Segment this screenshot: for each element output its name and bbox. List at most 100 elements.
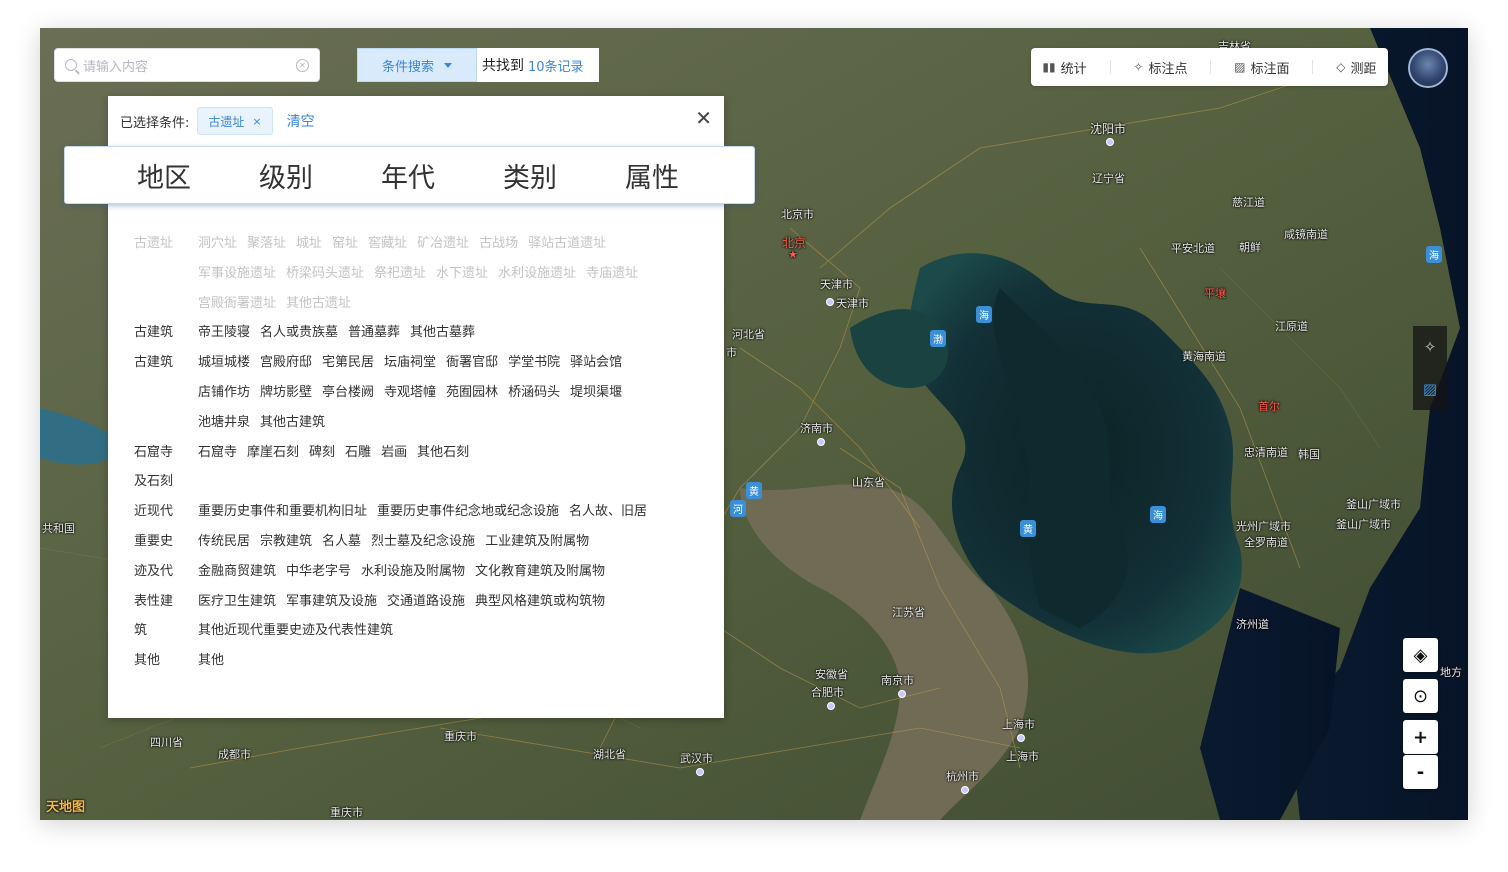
map-tag-hai2: 海 — [1150, 506, 1166, 523]
option-item[interactable]: 驿站古道遗址 — [528, 236, 606, 251]
tab-region[interactable]: 地区 — [103, 156, 225, 195]
option-item[interactable]: 其他古建筑 — [260, 415, 325, 430]
tab-attribute[interactable]: 属性 — [591, 156, 713, 195]
pin-icon[interactable]: ✧ — [1413, 326, 1447, 368]
option-item[interactable]: 水利设施及附属物 — [361, 564, 465, 579]
option-item[interactable]: 名人故、旧居 — [569, 504, 647, 519]
category-label: 表性建 — [134, 593, 174, 609]
option-item[interactable]: 水下遗址 — [436, 266, 488, 281]
measure-button[interactable]: ◇ 测距 — [1336, 58, 1376, 77]
map-label-shanghai-a: 上海市 — [1002, 718, 1035, 731]
option-item[interactable]: 池塘井泉 — [198, 415, 250, 430]
map-label-sichuan: 四川省 — [150, 736, 183, 749]
tab-level[interactable]: 级别 — [225, 156, 347, 195]
option-item[interactable]: 军事建筑及设施 — [286, 594, 377, 609]
option-item[interactable]: 重要历史事件和重要机构旧址 — [198, 504, 367, 519]
option-item[interactable]: 衙署官邸 — [446, 355, 498, 370]
map-label-wuhan: 武汉市 — [680, 752, 713, 765]
option-item[interactable]: 岩画 — [381, 445, 407, 460]
layers-button[interactable]: ◈ — [1403, 638, 1438, 672]
option-item[interactable]: 其他古墓葬 — [410, 325, 475, 340]
option-item[interactable]: 店铺作坊 — [198, 385, 250, 400]
locate-button[interactable]: ⊙ — [1403, 679, 1438, 713]
option-item[interactable]: 寺庙遗址 — [586, 266, 638, 281]
option-item[interactable]: 名人墓 — [322, 534, 361, 549]
option-item[interactable]: 宅第民居 — [322, 355, 374, 370]
option-item[interactable]: 名人或贵族墓 — [260, 325, 338, 340]
option-item[interactable]: 其他近现代重要史迹及代表性建筑 — [198, 623, 393, 638]
map-label-hubei: 湖北省 — [593, 748, 626, 761]
option-item[interactable]: 工业建筑及附属物 — [485, 534, 589, 549]
option-item[interactable]: 宫殿府邸 — [260, 355, 312, 370]
option-item[interactable]: 水利设施遗址 — [498, 266, 576, 281]
tab-era[interactable]: 年代 — [347, 156, 469, 195]
search-input[interactable]: 请输入内容 ✕ — [54, 48, 320, 82]
option-item[interactable]: 典型风格建筑或构筑物 — [475, 594, 605, 609]
option-item[interactable]: 城址 — [296, 236, 322, 251]
clear-icon[interactable]: ✕ — [296, 58, 309, 72]
option-item[interactable]: 古战场 — [479, 236, 518, 251]
chip-remove-icon[interactable]: × — [252, 115, 261, 128]
option-item[interactable]: 交通道路设施 — [387, 594, 465, 609]
hatched-area-icon[interactable]: ▨ — [1413, 368, 1447, 410]
category-label: 其他 — [134, 653, 161, 669]
option-item[interactable]: 医疗卫生建筑 — [198, 594, 276, 609]
option-item[interactable]: 传统民居 — [198, 534, 250, 549]
city-dot — [826, 298, 834, 306]
option-item[interactable]: 宗教建筑 — [260, 534, 312, 549]
map-label-liaoning: 辽宁省 — [1092, 172, 1125, 185]
option-item[interactable]: 其他古遗址 — [286, 296, 351, 311]
option-item[interactable]: 石窟寺 — [198, 445, 237, 460]
mark-point-button[interactable]: ✧ 标注点 — [1133, 58, 1187, 77]
avatar[interactable] — [1408, 48, 1448, 88]
stats-button[interactable]: ▮▮ 统计 — [1042, 58, 1086, 77]
option-item[interactable]: 矿冶遗址 — [417, 236, 469, 251]
option-item[interactable]: 洞穴址 — [198, 236, 237, 251]
option-item[interactable]: 碑刻 — [309, 445, 335, 460]
option-item[interactable]: 堤坝渠堰 — [570, 385, 622, 400]
option-item[interactable]: 石雕 — [345, 445, 371, 460]
tab-type[interactable]: 类别 — [469, 156, 591, 195]
option-item[interactable]: 窑址 — [332, 236, 358, 251]
option-item[interactable]: 普通墓葬 — [348, 325, 400, 340]
option-item[interactable]: 学堂书院 — [508, 355, 560, 370]
option-item[interactable]: 祭祀遗址 — [374, 266, 426, 281]
option-item[interactable]: 宫殿衙署遗址 — [198, 296, 276, 311]
option-item[interactable]: 烈士墓及纪念设施 — [371, 534, 475, 549]
option-item[interactable]: 摩崖石刻 — [247, 445, 299, 460]
option-item[interactable]: 桥涵码头 — [508, 385, 560, 400]
option-item[interactable]: 亭台楼阙 — [322, 385, 374, 400]
option-item[interactable]: 金融商贸建筑 — [198, 564, 276, 579]
option-item[interactable]: 坛庙祠堂 — [384, 355, 436, 370]
option-item[interactable]: 城垣城楼 — [198, 355, 250, 370]
option-item[interactable]: 窖藏址 — [368, 236, 407, 251]
option-item[interactable]: 帝王陵寝 — [198, 325, 250, 340]
option-item[interactable]: 桥梁码头遗址 — [286, 266, 364, 281]
option-item[interactable]: 文化教育建筑及附属物 — [475, 564, 605, 579]
option-item[interactable]: 驿站会馆 — [570, 355, 622, 370]
condition-search-label: 条件搜索 — [381, 59, 434, 75]
option-item[interactable]: 军事设施遗址 — [198, 266, 276, 281]
clear-link[interactable]: 清空 — [287, 111, 315, 131]
zoom-out-button[interactable]: - — [1403, 755, 1438, 789]
found-count[interactable]: 10条记录 — [528, 56, 584, 75]
option-item[interactable]: 聚落址 — [247, 236, 286, 251]
option-item[interactable]: 苑囿园林 — [446, 385, 498, 400]
city-dot — [817, 438, 825, 446]
option-item[interactable]: 寺观塔幢 — [384, 385, 436, 400]
category-options: 军事设施遗址 桥梁码头遗址 祭祀遗址 水下遗址 水利设施遗址 寺庙遗址 — [198, 262, 648, 281]
option-item[interactable]: 其他石刻 — [417, 445, 469, 460]
map-label-huanghai: 黄海南道 — [1182, 350, 1226, 363]
condition-search-button[interactable]: 条件搜索 — [357, 48, 477, 82]
zoom-in-button[interactable]: + — [1403, 720, 1438, 754]
condition-chip[interactable]: 古遗址 × — [197, 107, 273, 135]
mark-area-button[interactable]: ▨ 标注面 — [1234, 58, 1289, 77]
option-item[interactable]: 牌坊影壁 — [260, 385, 312, 400]
close-icon[interactable]: ✕ — [695, 108, 712, 128]
option-item[interactable]: 中华老字号 — [286, 564, 351, 579]
category-label: 古建筑 — [134, 325, 174, 341]
option-item[interactable]: 其他 — [198, 653, 224, 668]
option-item[interactable]: 重要历史事件纪念地或纪念设施 — [377, 504, 559, 519]
divider — [1109, 60, 1111, 74]
map-tag-he: 河 — [730, 500, 746, 517]
